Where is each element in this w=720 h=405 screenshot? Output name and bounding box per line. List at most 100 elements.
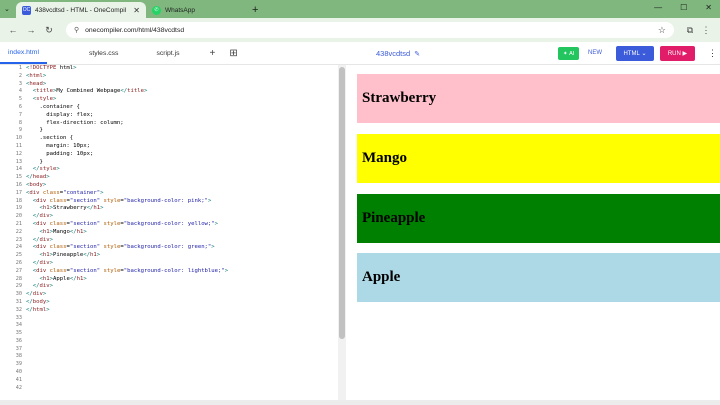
code-line[interactable] xyxy=(26,377,336,385)
line-number: 20 xyxy=(15,213,22,220)
code-line[interactable]: </head> xyxy=(26,174,336,182)
code-line[interactable]: <h1>Apple</h1> xyxy=(26,276,336,284)
file-tab-styles-css[interactable]: styles.css xyxy=(81,42,126,64)
code-line[interactable]: </style> xyxy=(26,166,336,174)
ai-label: AI xyxy=(569,50,575,57)
tab-search-icon[interactable]: ⌄ xyxy=(4,5,10,13)
code-line[interactable]: </div> xyxy=(26,213,336,221)
window-controls: — ☐ ✕ xyxy=(654,3,712,12)
code-line[interactable]: .container { xyxy=(26,104,336,112)
code-line[interactable]: <div class="section" style="background-c… xyxy=(26,244,336,252)
reload-icon[interactable]: ↻ xyxy=(42,25,56,36)
code-line[interactable]: </html> xyxy=(26,307,336,315)
code-line[interactable]: padding: 10px; xyxy=(26,151,336,159)
code-line[interactable]: <div class="section" style="background-c… xyxy=(26,221,336,229)
browser-menu-icon[interactable]: ⋮ xyxy=(698,25,714,36)
code-line[interactable]: </div> xyxy=(26,291,336,299)
code-line[interactable]: <h1>Pineapple</h1> xyxy=(26,252,336,260)
line-number: 37 xyxy=(15,345,22,352)
site-info-icon[interactable]: ⚲ xyxy=(74,26,79,34)
line-number: 22 xyxy=(15,228,22,235)
browser-tab-whatsapp[interactable]: ✆ WhatsApp xyxy=(146,2,246,18)
code-line[interactable] xyxy=(26,369,336,377)
code-editor[interactable]: 1 2 3 4 5 6 7 8 9 10 11 12 13 14 15 16 17 18 19 20 21 22 23 24 2… xyxy=(0,65,338,405)
line-number: 14 xyxy=(15,166,22,173)
onecompiler-favicon-icon: OC xyxy=(22,5,31,15)
code-line[interactable]: </div> xyxy=(26,237,336,245)
code-area[interactable]: <!DOCTYPE html> <html> <head> <title>My Co… xyxy=(26,65,336,392)
output-section-apple: Apple xyxy=(357,253,720,302)
url-input[interactable]: ⚲ onecompiler.com/html/438vcdtsd ☆ xyxy=(66,22,674,38)
bookmark-star-icon[interactable]: ☆ xyxy=(658,25,666,36)
line-number: 28 xyxy=(15,275,22,282)
code-line[interactable]: </body> xyxy=(26,299,336,307)
file-tab-script-js[interactable]: script.js xyxy=(148,42,187,64)
editor-scrollbar[interactable] xyxy=(338,65,346,400)
code-line[interactable]: <h1>Strawberry</h1> xyxy=(26,205,336,213)
code-line[interactable] xyxy=(26,361,336,369)
upload-image-icon[interactable]: ⊞ xyxy=(229,48,237,59)
code-line[interactable]: .section { xyxy=(26,135,336,143)
code-line[interactable]: <style> xyxy=(26,96,336,104)
tab-title: 438vcdtsd - HTML - OneCompil xyxy=(35,6,127,14)
code-line[interactable]: </div> xyxy=(26,260,336,268)
code-line[interactable] xyxy=(26,385,336,393)
line-number: 30 xyxy=(15,291,22,298)
run-button[interactable]: RUN ▶ xyxy=(660,46,695,61)
code-line[interactable]: <h1>Mango</h1> xyxy=(26,229,336,237)
extensions-icon[interactable]: ⧉ xyxy=(682,25,698,36)
section-heading: Apple xyxy=(362,269,401,285)
language-select-button[interactable]: HTML ⌄ xyxy=(616,46,654,61)
line-number: 6 xyxy=(18,103,22,110)
code-line[interactable]: } xyxy=(26,159,336,167)
code-line[interactable]: </div> xyxy=(26,283,336,291)
new-tab-plus-icon[interactable]: + xyxy=(252,2,258,18)
more-options-icon[interactable]: ⋮ xyxy=(708,48,717,59)
section-heading: Pineapple xyxy=(362,210,426,226)
code-line[interactable]: <!DOCTYPE html> xyxy=(26,65,336,73)
line-number: 17 xyxy=(15,189,22,196)
line-number: 38 xyxy=(15,353,22,360)
browser-tab-active[interactable]: OC 438vcdtsd - HTML - OneCompil ✕ xyxy=(16,2,146,18)
code-line[interactable] xyxy=(26,338,336,346)
file-tab-index-html[interactable]: index.html xyxy=(0,42,47,64)
close-window-icon[interactable]: ✕ xyxy=(705,3,712,12)
minimize-icon[interactable]: — xyxy=(654,3,662,12)
edit-pencil-icon[interactable]: ✎ xyxy=(414,51,420,58)
browser-tab-bar: ⌄ OC 438vcdtsd - HTML - OneCompil ✕ ✆ Wh… xyxy=(0,0,720,18)
code-line[interactable] xyxy=(26,346,336,354)
code-line[interactable] xyxy=(26,330,336,338)
line-number: 26 xyxy=(15,259,22,266)
ai-button[interactable]: ✦ AI xyxy=(558,47,580,60)
line-number: 25 xyxy=(15,252,22,259)
line-number: 24 xyxy=(15,244,22,251)
back-arrow-icon[interactable]: ← xyxy=(6,25,20,35)
code-line[interactable]: <title>My Combined Webpage</title> xyxy=(26,88,336,96)
code-line[interactable]: <head> xyxy=(26,81,336,89)
maximize-icon[interactable]: ☐ xyxy=(680,3,687,12)
play-icon: ▶ xyxy=(682,51,688,57)
line-number: 27 xyxy=(15,267,22,274)
code-line[interactable]: <body> xyxy=(26,182,336,190)
code-line[interactable]: <div class="container"> xyxy=(26,190,336,198)
forward-arrow-icon[interactable]: → xyxy=(24,25,38,35)
code-line[interactable] xyxy=(26,315,336,323)
code-line[interactable] xyxy=(26,322,336,330)
bottom-bar xyxy=(0,400,720,405)
line-number: 12 xyxy=(15,150,22,157)
code-line[interactable] xyxy=(26,353,336,361)
code-line[interactable]: display: flex; xyxy=(26,112,336,120)
new-button[interactable]: NEW xyxy=(588,50,602,56)
line-number: 13 xyxy=(15,158,22,165)
add-file-plus-icon[interactable]: + xyxy=(210,48,216,59)
scrollbar-thumb[interactable] xyxy=(339,67,345,339)
close-tab-icon[interactable]: ✕ xyxy=(133,6,140,15)
code-line[interactable]: flex-direction: column; xyxy=(26,120,336,128)
code-line[interactable]: <html> xyxy=(26,73,336,81)
code-line[interactable]: } xyxy=(26,127,336,135)
line-number: 10 xyxy=(15,135,22,142)
code-line[interactable]: <div class="section" style="background-c… xyxy=(26,268,336,276)
code-line[interactable]: margin: 10px; xyxy=(26,143,336,151)
project-name[interactable]: 438vcdtsd ✎ xyxy=(376,49,420,58)
code-line[interactable]: <div class="section" style="background-c… xyxy=(26,198,336,206)
